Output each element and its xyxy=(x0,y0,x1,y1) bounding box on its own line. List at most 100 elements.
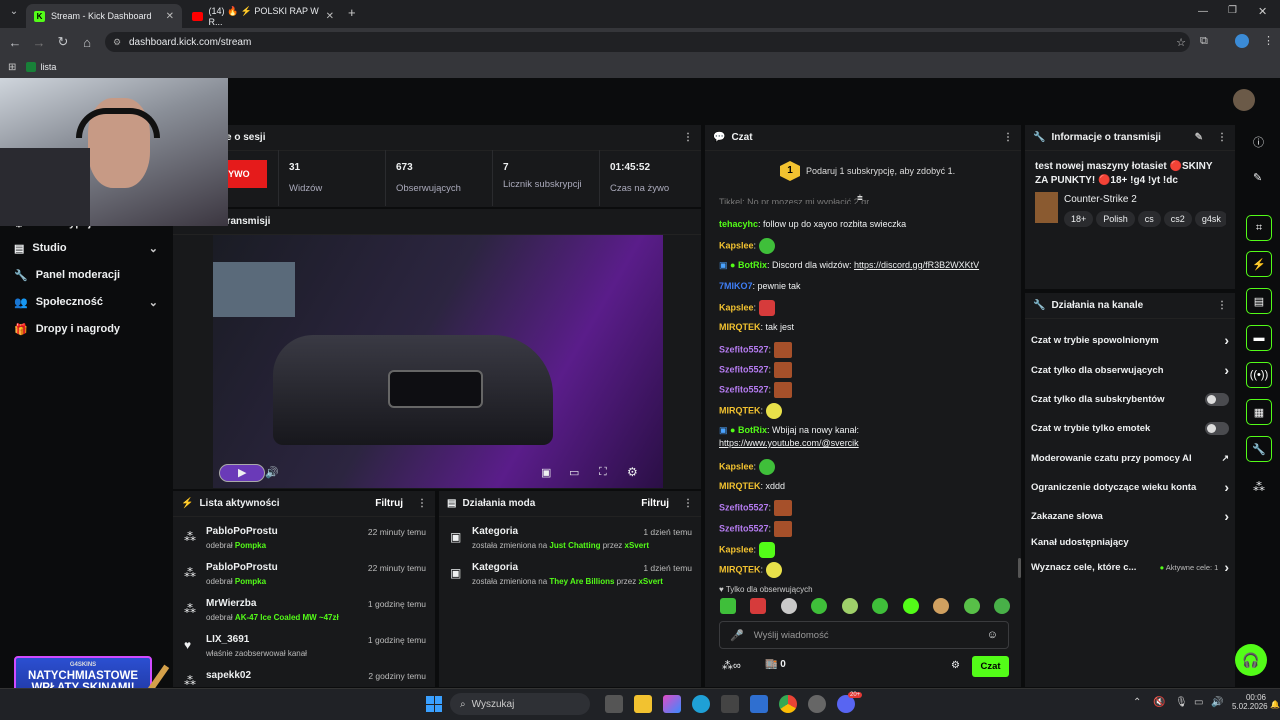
chat-message[interactable]: Szefito5527: xyxy=(719,521,793,537)
chat-username[interactable]: BotRix xyxy=(738,260,767,270)
tag[interactable]: cs xyxy=(1137,211,1161,227)
rail-lightning-button[interactable]: ⚡ xyxy=(1246,251,1272,277)
chat-username[interactable]: 7MIKO7 xyxy=(719,281,753,291)
rail-doc-button[interactable]: ▤ xyxy=(1246,288,1272,314)
chat-username[interactable]: MIRQTEK xyxy=(719,564,761,574)
close-icon[interactable]: ✕ xyxy=(326,11,334,22)
chat-message[interactable]: 7MIKO7: pewnie tak xyxy=(719,280,801,292)
tag[interactable]: Polish xyxy=(1096,211,1135,227)
bookmark-lista[interactable]: lista xyxy=(26,62,56,72)
volume-tray-icon[interactable]: 🔊 xyxy=(1211,697,1223,708)
emote-only-toggle[interactable] xyxy=(1205,421,1229,435)
more-icon[interactable]: ⋮ xyxy=(1003,132,1013,143)
sidebar-item-spolecznosc[interactable]: 👥 Społeczność ⌄ xyxy=(0,289,170,315)
emote-icon[interactable] xyxy=(811,598,828,614)
sidebar-item-dropy[interactable]: 🎁 Dropy i nagrody xyxy=(0,316,170,342)
chat-message[interactable]: Szefito5527: xyxy=(719,362,793,378)
chat-message[interactable]: ▣ ● BotRix: Wbijaj na nowy kanał: https:/… xyxy=(719,424,859,450)
subs-only-toggle[interactable] xyxy=(1205,392,1229,406)
more-icon[interactable]: ⋮ xyxy=(417,498,427,509)
chat-username[interactable]: MIRQTEK xyxy=(719,405,761,415)
windows-start-icon[interactable] xyxy=(426,696,442,712)
more-icon[interactable]: ⋮ xyxy=(683,132,693,143)
edit-icon[interactable]: ✎ xyxy=(1195,132,1203,143)
emote-icon[interactable] xyxy=(750,598,767,614)
emote-icon[interactable] xyxy=(872,598,889,614)
tray-chevron-icon[interactable]: ⌃ xyxy=(1133,697,1141,708)
chat-input[interactable]: 🎤 Wyślij wiadomość ☺ xyxy=(719,621,1009,649)
close-icon[interactable]: ✕ xyxy=(166,11,174,22)
activity-item[interactable]: ⁂ sapekk02 2 godziny temu xyxy=(180,668,430,686)
notification-icon[interactable]: 🔔 xyxy=(1270,700,1280,709)
chat-username[interactable]: MIRQTEK xyxy=(719,481,761,491)
chat-username[interactable]: Szefito5527 xyxy=(719,502,769,512)
activity-item[interactable]: ⁂ PabloPoProstu odebrał Pompka 22 minuty te… xyxy=(180,560,430,596)
back-icon[interactable]: ← xyxy=(3,35,27,50)
chat-message[interactable]: Kapslee: xyxy=(719,542,776,558)
network-icon[interactable]: ▭ xyxy=(1194,697,1203,708)
chan-account-age[interactable]: Ograniczenie dotyczące wieku konta › xyxy=(1031,475,1229,499)
menu-dots-icon[interactable]: ⋮ xyxy=(1263,34,1274,47)
profile-icon[interactable] xyxy=(1235,34,1249,48)
chat-username[interactable]: Kapslee xyxy=(719,544,754,554)
chat-message[interactable]: MIRQTEK: xyxy=(719,403,783,419)
chat-username[interactable]: Kapslee xyxy=(719,302,754,312)
video-player[interactable]: ▶ 🔊 ▣ ▭ ⛶ ⚙ xyxy=(213,235,663,488)
forward-icon[interactable]: → xyxy=(27,35,51,50)
chat-username[interactable]: tehacyhc xyxy=(719,219,758,229)
activity-item[interactable]: ⁂ MrWierzba odebrał AK-47 Ice Coaled MW ~4… xyxy=(180,596,430,632)
bookmark-star-icon[interactable]: ☆ xyxy=(1176,36,1186,49)
chan-followers-only[interactable]: Czat tylko dla obserwujących › xyxy=(1031,358,1229,382)
address-bar[interactable]: ⚙ dashboard.kick.com/stream ☆ xyxy=(105,32,1190,52)
chat-settings-icon[interactable]: ⚙ xyxy=(951,660,960,671)
send-chat-button[interactable]: Czat xyxy=(972,656,1009,677)
taskbar-search[interactable]: ⌕ Wyszukaj xyxy=(450,693,590,715)
emote-icon[interactable] xyxy=(993,598,1010,614)
site-info-icon[interactable]: ⚙ xyxy=(113,37,121,48)
channel-points-icon[interactable]: ⁂∞ xyxy=(722,659,741,672)
info-icon[interactable]: ⓘ xyxy=(1253,134,1264,150)
pencil-icon[interactable]: ✎ xyxy=(1253,171,1262,184)
emote-icon[interactable] xyxy=(780,598,797,614)
mic-tray-icon[interactable]: 🎙 xyxy=(1175,697,1188,708)
settings-icon[interactable]: ⚙ xyxy=(627,465,638,479)
task-view-icon[interactable] xyxy=(605,695,623,713)
extensions-icon[interactable]: ⧉ xyxy=(1200,35,1208,48)
filter-button[interactable]: Filtruj xyxy=(641,498,669,509)
chat-username[interactable]: Szefito5527 xyxy=(719,364,769,374)
chat-username[interactable]: Kapslee xyxy=(719,461,754,471)
points-icon[interactable]: ⁂ xyxy=(1253,480,1265,494)
tag[interactable]: g4sk xyxy=(1194,211,1226,227)
more-icon[interactable]: ⋮ xyxy=(1217,300,1227,311)
chat-username[interactable]: Szefito5527 xyxy=(719,344,769,354)
avatar[interactable] xyxy=(1233,89,1255,111)
chat-link[interactable]: https://discord.gg/fR3B2WXKtV xyxy=(854,260,979,270)
tab-kick-dashboard[interactable]: K Stream - Kick Dashboard ✕ xyxy=(26,4,182,28)
mod-action-item[interactable]: ▣ Kategoria została zmieniona na They Are … xyxy=(446,560,696,596)
more-icon[interactable]: ⋮ xyxy=(683,498,693,509)
mail-icon[interactable] xyxy=(750,695,768,713)
obs-icon[interactable] xyxy=(808,695,826,713)
emote-icon[interactable] xyxy=(902,598,919,614)
chrome-icon[interactable] xyxy=(779,695,797,713)
rail-layout-button[interactable]: ▦ xyxy=(1246,399,1272,425)
chat-message[interactable]: Szefito5527: xyxy=(719,342,793,358)
home-icon[interactable]: ⌂ xyxy=(75,35,99,50)
chat-message[interactable]: MIRQTEK: xddd xyxy=(719,480,785,492)
chat-message[interactable]: Kapslee: xyxy=(719,459,776,475)
emote-icon[interactable] xyxy=(933,598,950,614)
emote-icon[interactable] xyxy=(841,598,858,614)
store-icon[interactable] xyxy=(721,695,739,713)
chan-host[interactable]: Kanał udostępniający xyxy=(1031,530,1229,554)
fullscreen-icon[interactable]: ⛶ xyxy=(599,466,607,479)
tag[interactable]: 18+ xyxy=(1064,211,1094,227)
chan-goals[interactable]: Wyznacz cele, które c... ● Aktywne cele: … xyxy=(1031,555,1229,579)
chat-username[interactable]: Kapslee xyxy=(719,240,754,250)
chan-slow-mode[interactable]: Czat w trybie spowolnionym › xyxy=(1031,328,1229,352)
sidebar-item-panel-moderacji[interactable]: 🔧 Panel moderacji xyxy=(0,262,170,288)
tab-list-icon[interactable]: ⌄ xyxy=(2,6,26,17)
edge-icon[interactable] xyxy=(692,695,710,713)
chan-ai-moderation[interactable]: Moderowanie czatu przy pomocy AI ↗ xyxy=(1031,446,1229,470)
chat-username[interactable]: MIRQTEK xyxy=(719,322,761,332)
more-icon[interactable]: ⋮ xyxy=(1217,132,1227,143)
